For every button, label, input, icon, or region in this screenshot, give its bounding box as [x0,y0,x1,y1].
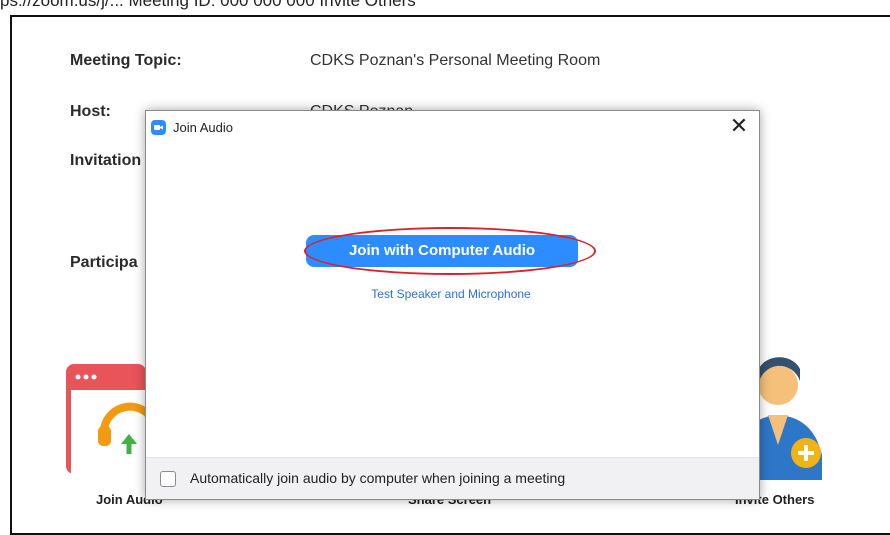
auto-join-audio-checkbox[interactable] [160,471,176,487]
participant-label: Participa [70,254,138,271]
close-icon[interactable]: ✕ [727,115,751,139]
invitation-label: Invitation [70,152,142,169]
highlight-ellipse [304,227,596,275]
join-audio-dialog: Join Audio ✕ Join with Computer Audio Te… [145,110,760,500]
auto-join-audio-label[interactable]: Automatically join audio by computer whe… [190,470,565,486]
host-label: Host: [70,103,111,120]
page-header-cropped-text: ps://zoom.us/j/... Meeting ID: 000 000 0… [0,0,416,10]
join-audio-tile-icon [66,364,152,474]
meeting-topic-label: Meeting Topic: [70,52,182,69]
test-speaker-and-microphone-link[interactable]: Test Speaker and Microphone [146,287,756,301]
zoom-logo-icon [151,120,166,135]
dialog-titlebar: Join Audio ✕ [146,111,759,143]
dialog-title: Join Audio [173,120,233,135]
dialog-footer: Automatically join audio by computer whe… [146,457,759,499]
meeting-topic-value: CDKS Poznan's Personal Meeting Room [310,52,601,69]
join-audio-action[interactable] [66,364,152,479]
